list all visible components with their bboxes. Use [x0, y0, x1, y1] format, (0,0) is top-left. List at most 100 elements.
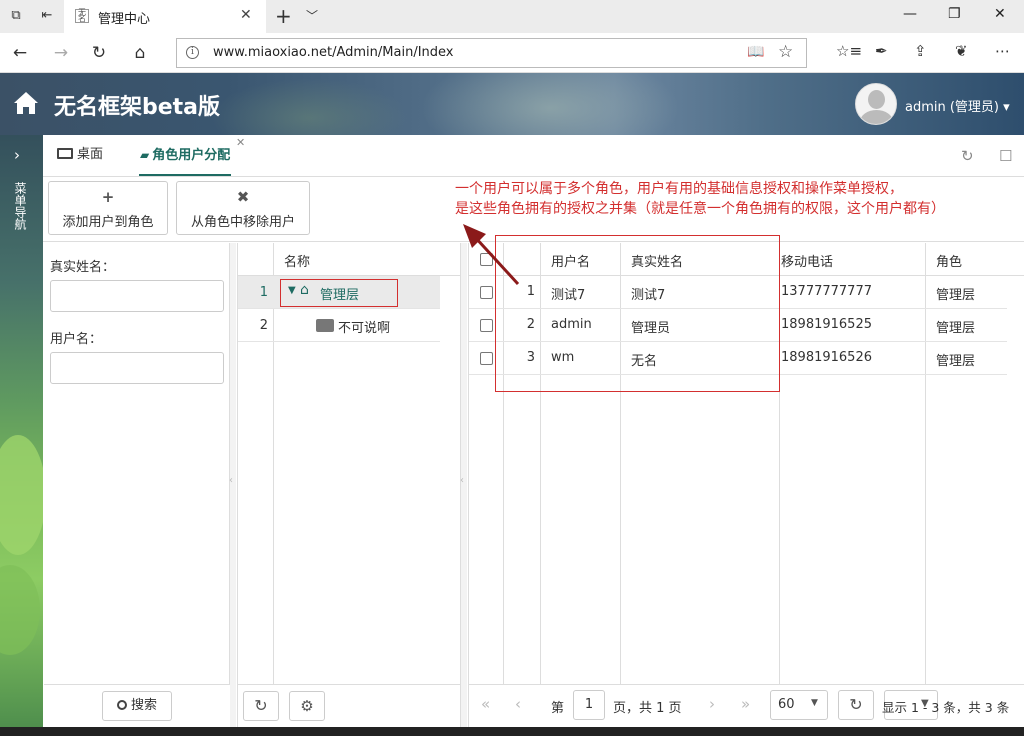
tab-desktop[interactable]: 桌面 — [57, 135, 103, 176]
forward-icon[interactable]: → — [50, 42, 72, 64]
browser-tab-active[interactable]: 无名 管理中心 ✕ — [64, 0, 266, 33]
share-icon[interactable]: ⇪ — [914, 42, 927, 60]
new-tab-icon[interactable]: + — [275, 4, 292, 28]
app-title: 无名框架beta版 — [54, 95, 221, 120]
refresh-icon: ↻ — [849, 695, 863, 714]
right-splitter[interactable]: ‹ — [460, 243, 467, 727]
page-favicon-icon: 无名 — [75, 9, 89, 23]
back-icon[interactable]: ← — [9, 42, 31, 64]
main-tabs: 桌面 ▰ 角色用户分配 ✕ ↻ ☐ — [43, 135, 1024, 177]
annotation-highlight-users — [495, 235, 780, 392]
cell-role: 管理层 — [936, 321, 976, 336]
left-splitter[interactable]: ‹ — [229, 243, 236, 727]
address-toolbar: ← → ↻ ⌂ i www.miaoxiao.net/Admin/Main/In… — [0, 33, 1024, 73]
remove-user-from-role-button[interactable]: ✖ 从角色中移除用户 — [176, 181, 310, 235]
cell-role: 管理层 — [936, 354, 976, 369]
row-checkbox[interactable] — [480, 319, 493, 332]
search-button-label: 搜索 — [130, 698, 157, 713]
add-user-to-role-button[interactable]: + 添加用户到角色 — [48, 181, 168, 235]
sidebar-vertical-label[interactable]: 菜单导航 — [13, 182, 29, 230]
set-aside-tabs-icon[interactable]: ⇤ — [38, 7, 56, 25]
reading-view-icon[interactable]: 📖 — [747, 44, 764, 60]
tree-node-label: 不可说啊 — [338, 321, 391, 336]
extension-icon[interactable]: ❦ — [955, 42, 968, 60]
annotation-line-1: 一个用户可以属于多个角色，用户有用的基础信息授权和操作菜单授权， — [455, 181, 903, 197]
col-phone[interactable]: 移动电话 — [781, 251, 833, 270]
user-menu[interactable]: admin (管理员) ▾ — [905, 96, 1010, 115]
favorites-list-icon[interactable]: ☆≡ — [836, 42, 862, 60]
cell-phone: 18981916525 — [781, 317, 872, 332]
tab-role-user-assign[interactable]: ▰ 角色用户分配 ✕ — [139, 135, 245, 176]
tree-footer: ↻ ⚙ — [238, 684, 460, 727]
browser-tab-title: 管理中心 — [98, 12, 151, 27]
first-page-icon[interactable]: « — [481, 695, 490, 713]
url-field[interactable]: i www.miaoxiao.net/Admin/Main/Index 📖 ☆ — [176, 38, 807, 68]
page-prefix: 第 — [551, 701, 565, 716]
site-info-icon[interactable]: i — [186, 46, 199, 59]
maximize-icon[interactable]: ❐ — [948, 6, 961, 22]
tab-role-user-label: 角色用户分配 — [152, 148, 231, 163]
annotation-highlight-role — [280, 279, 398, 307]
home-icon[interactable] — [12, 89, 40, 117]
real-name-input[interactable] — [50, 280, 224, 312]
tab-list-icon[interactable]: ⧉ — [7, 7, 25, 25]
tree-refresh-button[interactable]: ↻ — [243, 691, 279, 721]
monitor-icon — [57, 148, 73, 159]
pager-summary: 显示 1 - 3 条，共 3 条 — [882, 700, 1010, 715]
cell-role: 管理层 — [936, 288, 976, 303]
grid-refresh-button[interactable]: ↻ — [838, 690, 874, 720]
filter-footer: 搜索 — [44, 684, 230, 727]
search-button[interactable]: 搜索 — [102, 691, 172, 721]
search-icon — [116, 700, 127, 710]
avatar[interactable] — [855, 83, 897, 125]
taskbar-edge — [0, 727, 1024, 736]
tree-header: 名称 — [238, 243, 460, 276]
annotation-note: 一个用户可以属于多个角色，用户有用的基础信息授权和操作菜单授权， 是这些角色拥有… — [455, 179, 945, 219]
url-text[interactable]: www.miaoxiao.net/Admin/Main/Index — [213, 45, 454, 60]
username-input[interactable] — [50, 352, 224, 384]
user-card-icon — [316, 319, 334, 332]
book-icon: ▰ — [140, 148, 150, 162]
remove-x-icon: ✖ — [236, 188, 250, 206]
browser-tab-bar: ⧉ ⇤ 无名 管理中心 ✕ + ﹀ — ❐ ✕ — [0, 0, 1024, 33]
refresh-tab-icon[interactable]: ↻ — [961, 147, 974, 165]
tree-header-name: 名称 — [284, 255, 311, 270]
close-tab-icon[interactable]: ✕ — [240, 7, 252, 23]
page-suffix: 页，共 1 页 — [613, 701, 682, 716]
favorite-star-icon[interactable]: ☆ — [778, 42, 793, 62]
cell-phone: 13777777777 — [781, 284, 872, 299]
annotation-line-2: 是这些角色拥有的授权之并集（就是任意一个角色拥有的权限，这个用户都有） — [455, 201, 945, 217]
tree-row-number: 1 — [259, 285, 268, 300]
chevron-down-icon: ▼ — [811, 698, 818, 708]
col-role[interactable]: 角色 — [936, 251, 962, 270]
close-tab-x-icon[interactable]: ✕ — [236, 123, 245, 163]
tree-row[interactable]: 2 不可说啊 — [238, 309, 440, 342]
sidebar-collapsed: › 菜单导航 — [0, 135, 43, 727]
pen-notes-icon[interactable]: ✒ — [875, 42, 888, 60]
refresh-icon: ↻ — [254, 696, 268, 715]
home-browser-icon[interactable]: ⌂ — [129, 42, 151, 64]
page-size-select[interactable]: 60 ▼ — [770, 690, 828, 720]
window-close-icon[interactable]: ✕ — [994, 6, 1006, 22]
username-label: 用户名： — [50, 332, 103, 347]
more-menu-icon[interactable]: ⋯ — [995, 42, 1010, 60]
tab-menu-chevron-icon[interactable]: ﹀ — [306, 7, 318, 24]
next-page-icon[interactable]: › — [709, 695, 715, 713]
prev-page-icon[interactable]: ‹ — [515, 695, 521, 713]
remove-user-from-role-label: 从角色中移除用户 — [190, 215, 295, 230]
action-toolbar: + 添加用户到角色 ✖ 从角色中移除用户 一个用户可以属于多个角色，用户有用的基… — [43, 177, 1024, 242]
cell-phone: 18981916526 — [781, 350, 872, 365]
refresh-icon[interactable]: ↻ — [88, 42, 110, 64]
filter-panel: 真实姓名： 用户名： 搜索 — [44, 243, 230, 727]
minimize-icon[interactable]: — — [903, 6, 917, 22]
plus-icon: + — [101, 188, 115, 206]
real-name-label: 真实姓名： — [50, 260, 116, 275]
role-tree-panel: 名称 1 ▼ ⌂ 管理层 2 不可说啊 ↻ ⚙ — [237, 243, 461, 727]
expand-sidebar-icon[interactable]: › — [14, 146, 20, 164]
last-page-icon[interactable]: » — [741, 695, 750, 713]
page-number-input[interactable]: 1 — [573, 690, 605, 720]
header-background-decoration — [420, 73, 680, 135]
row-checkbox[interactable] — [480, 352, 493, 365]
fullscreen-icon[interactable]: ☐ — [999, 147, 1012, 165]
tree-settings-button[interactable]: ⚙ — [289, 691, 325, 721]
